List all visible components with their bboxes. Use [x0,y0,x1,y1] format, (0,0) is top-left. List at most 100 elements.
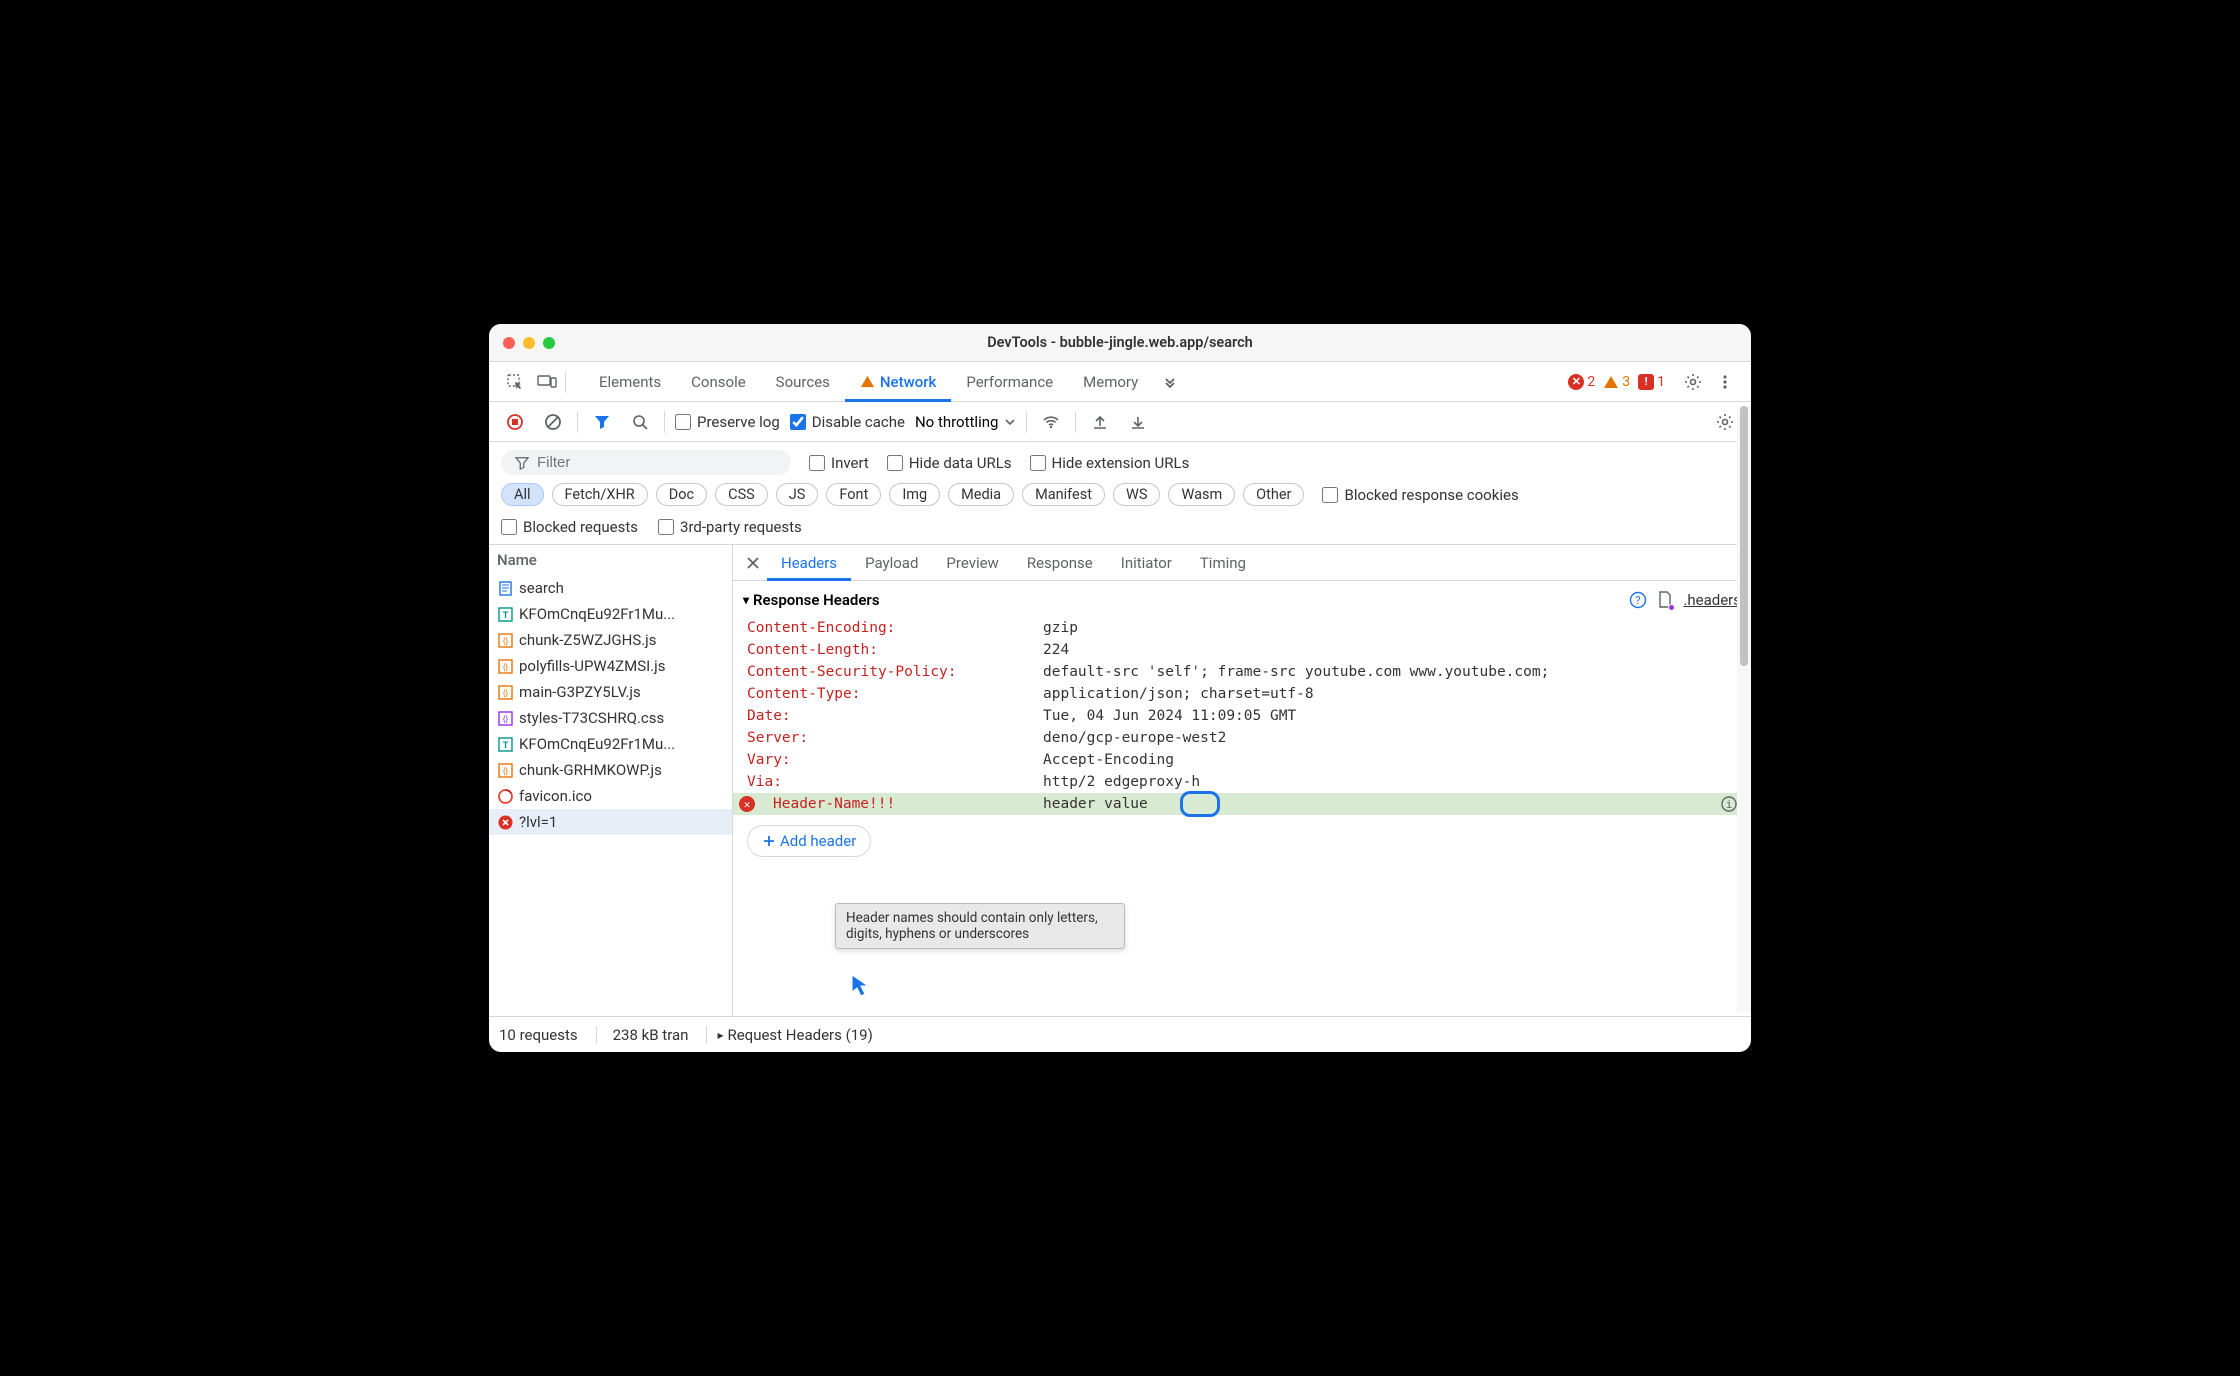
header-row: Content-Type:application/json; charset=u… [743,683,1751,705]
type-pill-wasm[interactable]: Wasm [1168,483,1235,506]
more-tabs-icon[interactable] [1157,368,1185,396]
type-pill-other[interactable]: Other [1243,483,1304,506]
settings-icon[interactable] [1679,368,1707,396]
inspect-element-icon[interactable] [501,368,529,396]
detail-tab-timing[interactable]: Timing [1186,545,1260,581]
device-toggle-icon[interactable] [533,368,561,396]
js-icon: {} [497,658,513,674]
status-badges[interactable]: ✕2 3 !1 [1568,374,1665,390]
type-pill-css[interactable]: CSS [715,483,768,506]
issue-count: 1 [1657,374,1665,390]
record-button[interactable] [501,408,529,436]
scrollbar-thumb[interactable] [1740,406,1748,666]
kebab-menu-icon[interactable] [1711,368,1739,396]
blocked-requests-checkbox[interactable]: Blocked requests [501,518,638,536]
type-pill-all[interactable]: All [501,483,544,506]
error-count: 2 [1587,374,1595,390]
header-row: Date:Tue, 04 Jun 2024 11:09:05 GMT [743,705,1751,727]
request-item[interactable]: {}main-G3PZY5LV.js [489,679,732,705]
file-override-icon[interactable] [1657,591,1673,609]
header-override-row[interactable]: ✕ Header-Name!!! header value i [733,793,1751,815]
tab-console[interactable]: Console [676,362,761,402]
svg-text:i: i [1726,798,1733,811]
tab-performance[interactable]: Performance [951,362,1068,402]
invert-checkbox[interactable]: Invert [809,454,869,472]
throttling-select[interactable]: No throttling [915,413,1016,431]
hide-extension-urls-checkbox[interactable]: Hide extension URLs [1030,454,1190,472]
detail-tab-bar: HeadersPayloadPreviewResponseInitiatorTi… [733,545,1751,581]
request-item[interactable]: {}polyfills-UPW4ZMSI.js [489,653,732,679]
ico-icon [497,788,513,804]
type-pill-media[interactable]: Media [948,483,1014,506]
request-item[interactable]: {}chunk-Z5WZJGHS.js [489,627,732,653]
tab-memory[interactable]: Memory [1068,362,1153,402]
warning-count: 3 [1622,374,1630,390]
override-header-value[interactable]: header value [1043,796,1751,812]
header-row: Content-Encoding:gzip [743,617,1751,639]
close-detail-icon[interactable] [739,556,767,570]
type-pill-manifest[interactable]: Manifest [1022,483,1105,506]
main-tab-bar: ElementsConsoleSourcesNetworkPerformance… [489,362,1751,402]
js-icon: {} [497,684,513,700]
svg-text:{}: {} [502,715,508,724]
svg-text:T: T [502,741,508,751]
tab-sources[interactable]: Sources [761,362,845,402]
window-title: DevTools - bubble-jingle.web.app/search [489,334,1751,351]
type-pill-fetch-xhr[interactable]: Fetch/XHR [552,483,648,506]
scrollbar[interactable] [1737,406,1751,1012]
third-party-checkbox[interactable]: 3rd-party requests [658,518,802,536]
blocked-cookies-checkbox[interactable]: Blocked response cookies [1322,486,1518,504]
svg-text:{}: {} [502,637,508,646]
request-item[interactable]: search [489,575,732,601]
filter-toggle-icon[interactable] [588,408,616,436]
name-column-header[interactable]: Name [489,545,732,575]
upload-har-icon[interactable] [1086,408,1114,436]
request-item[interactable]: TKFOmCnqEu92Fr1Mu... [489,731,732,757]
preserve-log-checkbox[interactable]: Preserve log [675,413,780,431]
type-pill-font[interactable]: Font [826,483,881,506]
override-header-name[interactable]: Header-Name!!! [743,796,1043,812]
header-row: Server:deno/gcp-europe-west2 [743,727,1751,749]
devtools-window: DevTools - bubble-jingle.web.app/search … [489,324,1751,1052]
request-item[interactable]: {}chunk-GRHMKOWP.js [489,757,732,783]
hide-data-urls-checkbox[interactable]: Hide data URLs [887,454,1012,472]
detail-tab-preview[interactable]: Preview [932,545,1012,581]
tab-elements[interactable]: Elements [584,362,676,402]
disable-cache-checkbox[interactable]: Disable cache [790,413,905,431]
type-pill-ws[interactable]: WS [1113,483,1160,506]
svg-text:{}: {} [502,689,508,698]
type-pill-doc[interactable]: Doc [656,483,707,506]
js-icon: {} [497,762,513,778]
panel-settings-icon[interactable] [1711,408,1739,436]
type-pill-img[interactable]: Img [889,483,940,506]
header-row: Content-Length:224 [743,639,1751,661]
filter-row: Invert Hide data URLs Hide extension URL… [489,442,1751,479]
network-conditions-icon[interactable] [1037,408,1065,436]
detail-tab-response[interactable]: Response [1013,545,1107,581]
svg-text:T: T [502,611,508,621]
add-header-button[interactable]: Add header [747,825,871,857]
headers-file-link[interactable]: .headers [1683,591,1741,609]
tab-network[interactable]: Network [845,362,951,402]
help-icon[interactable]: ? [1629,591,1647,609]
download-har-icon[interactable] [1124,408,1152,436]
detail-tab-initiator[interactable]: Initiator [1107,545,1186,581]
detail-tab-headers[interactable]: Headers [767,545,851,581]
detail-tab-payload[interactable]: Payload [851,545,932,581]
request-item[interactable]: TKFOmCnqEu92Fr1Mu... [489,601,732,627]
request-headers-toggle[interactable]: Request Headers (19) [706,1026,872,1044]
search-icon[interactable] [626,408,654,436]
svg-text:?: ? [1636,594,1641,607]
doc-icon [497,580,513,596]
clear-button[interactable] [539,408,567,436]
response-headers-title[interactable]: Response Headers [743,591,880,609]
request-item[interactable]: favicon.ico [489,783,732,809]
info-icon[interactable]: i [1721,796,1737,812]
request-item[interactable]: ?lvl=1 [489,809,732,835]
type-pill-js[interactable]: JS [776,483,819,506]
filter-input[interactable] [501,450,791,475]
headers-content: Response Headers ? .headers Content-Enco… [733,581,1751,1016]
request-item[interactable]: {}styles-T73CSHRQ.css [489,705,732,731]
err-icon [497,814,513,830]
network-toolbar: Preserve log Disable cache No throttling [489,402,1751,442]
